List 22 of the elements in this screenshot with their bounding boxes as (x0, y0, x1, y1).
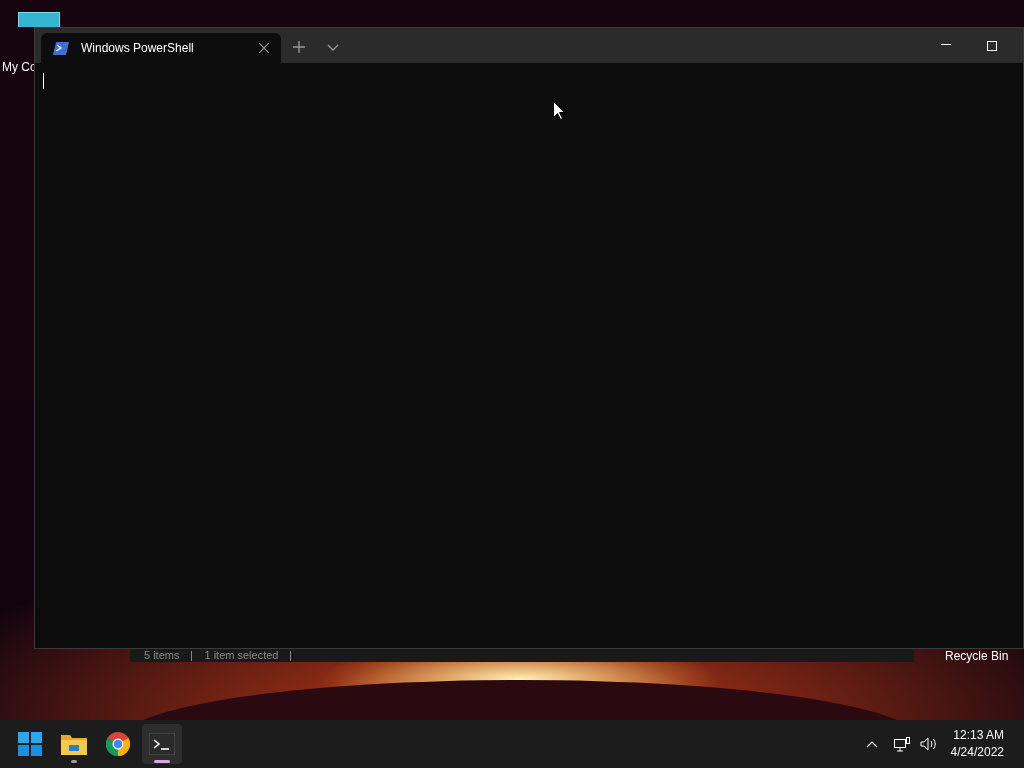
clock-date[interactable]: 4/24/2022 (950, 744, 1004, 761)
maximize-icon[interactable] (987, 41, 997, 51)
taskbar-app[interactable] (142, 724, 182, 764)
browser-icon (106, 732, 130, 756)
tab-title: Windows PowerShell (81, 40, 195, 57)
chevron-up-icon[interactable] (865, 740, 878, 748)
folder-icon (61, 733, 87, 755)
new-tab-icon[interactable] (293, 41, 305, 53)
powershell-icon (53, 41, 69, 55)
terminal-icon (149, 733, 175, 755)
desktop-icon-label[interactable]: Recycle Bin (945, 647, 1009, 665)
windows-logo-icon (18, 732, 42, 756)
status-text: 5 items (144, 649, 180, 662)
close-icon[interactable] (259, 43, 269, 53)
network-icon[interactable] (893, 736, 910, 752)
text-cursor (43, 73, 44, 89)
mouse-pointer-icon (553, 101, 565, 120)
clock-time[interactable]: 12:13 AM (953, 727, 1004, 744)
status-text: 1 item selected (204, 649, 279, 662)
volume-icon[interactable] (919, 737, 937, 751)
terminal-tab[interactable]: Windows PowerShell (41, 33, 281, 63)
chevron-down-icon[interactable] (327, 44, 339, 52)
